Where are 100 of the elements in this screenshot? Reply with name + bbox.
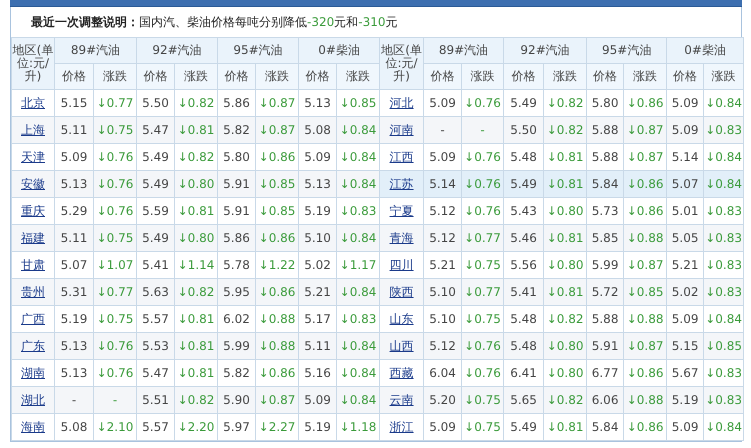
change-cell: ↓0.83 [704,116,744,144]
price-cell: 5.08 [298,116,337,144]
price-cell: 5.01 [666,198,704,224]
price-cell: 5.90 [218,386,256,414]
price-cell: 5.82 [218,360,256,386]
price-cell: 6.77 [586,360,624,386]
region-link[interactable]: 湖南 [21,366,45,380]
column-header: 价格 [218,64,256,90]
price-cell: 5.21 [424,252,462,278]
region-link[interactable]: 海南 [21,420,45,434]
price-cell: 5.05 [666,224,704,252]
change-cell: ↓0.88 [624,386,667,414]
price-cell: 5.78 [218,252,256,278]
price-cell: 5.09 [54,144,94,170]
change-cell: ↓0.83 [704,360,744,386]
change-cell: ↓0.76 [94,332,137,360]
region-link[interactable]: 江西 [390,150,414,164]
change-cell: ↓0.81 [174,198,218,224]
price-cell: 6.02 [218,306,256,332]
price-cell: 5.49 [136,224,175,252]
change-cell: ↓0.81 [544,414,587,440]
region-link[interactable]: 山西 [390,338,414,352]
change-cell: ↓0.82 [174,144,218,170]
change-cell: ↓0.84 [704,144,744,170]
change-cell: ↓1.17 [336,252,380,278]
change-cell: ↓0.80 [544,198,587,224]
price-cell: 5.95 [218,278,256,306]
price-cell: 5.41 [504,278,544,306]
change-cell: ↓0.85 [256,198,299,224]
region-link[interactable]: 广西 [21,312,45,326]
column-header: 涨跌 [174,64,218,90]
change-cell: ↓1.18 [336,414,380,440]
change-cell: ↓0.88 [256,332,299,360]
region-link[interactable]: 天津 [21,150,45,164]
region-link[interactable]: 安徽 [21,176,45,190]
change-cell: ↓0.84 [704,90,744,116]
price-cell: 5.29 [54,198,94,224]
region-link[interactable]: 西藏 [390,366,414,380]
price-cell: 5.10 [424,306,462,332]
change-cell: ↓0.83 [704,252,744,278]
price-cell: 5.99 [586,252,624,278]
region-link[interactable]: 重庆 [21,204,45,218]
change-cell: ↓1.22 [256,252,299,278]
change-cell: ↓0.76 [94,198,137,224]
change-cell: ↓0.81 [174,116,218,144]
change-cell: ↓0.76 [462,360,504,386]
change-cell: ↓0.86 [256,278,299,306]
price-cell: 5.13 [298,90,337,116]
change-cell: ↓0.84 [704,414,744,440]
change-cell: ↓0.86 [624,198,667,224]
price-cell: 5.91 [586,332,624,360]
region-link[interactable]: 贵州 [21,284,45,298]
price-cell: 5.10 [424,278,462,306]
region-link[interactable]: 陕西 [390,284,414,298]
change-cell: ↓0.82 [174,90,218,116]
price-cell: 5.13 [54,360,94,386]
change-cell: ↓0.88 [624,224,667,252]
region-link[interactable]: 广东 [21,338,45,352]
price-cell: 5.49 [504,170,544,198]
fuel-header: 95#汽油 [218,38,299,64]
price-cell: 5.10 [298,224,337,252]
price-cell: 5.91 [218,198,256,224]
price-cell: 5.09 [298,386,337,414]
change-cell: ↓0.76 [462,198,504,224]
column-header: 涨跌 [94,64,137,90]
price-cell: 5.21 [298,278,337,306]
region-link[interactable]: 甘肃 [21,258,45,272]
change-cell: ↓1.07 [94,252,137,278]
change-cell: ↓0.83 [336,198,380,224]
region-link[interactable]: 河南 [390,122,414,136]
price-cell: 5.46 [504,224,544,252]
region-link[interactable]: 四川 [390,258,414,272]
price-cell: 5.88 [586,144,624,170]
price-cell: 5.97 [218,414,256,440]
region-link[interactable]: 江苏 [390,176,414,190]
price-cell: 5.80 [586,90,624,116]
change-cell: ↓0.86 [624,170,667,198]
price-cell: 5.13 [54,332,94,360]
region-link[interactable]: 福建 [21,230,45,244]
price-cell: 5.43 [504,198,544,224]
region-link[interactable]: 湖北 [21,392,45,406]
change-cell: ↓0.84 [336,116,380,144]
column-header: 价格 [586,64,624,90]
change-cell: ↓0.85 [336,90,380,116]
region-link[interactable]: 上海 [21,122,45,136]
region-link[interactable]: 山东 [390,312,414,326]
change-cell: ↓0.75 [462,414,504,440]
region-link[interactable]: 云南 [390,392,414,406]
change-cell: ↓0.81 [544,278,587,306]
change-cell: ↓0.81 [174,360,218,386]
region-link[interactable]: 浙江 [390,420,414,434]
price-cell: 5.19 [54,306,94,332]
price-cell: - [54,386,94,414]
price-cell: 5.21 [666,252,704,278]
price-cell: 5.51 [136,386,175,414]
region-link[interactable]: 河北 [390,96,414,110]
region-link[interactable]: 宁夏 [390,204,414,218]
region-link[interactable]: 北京 [21,96,45,110]
change-cell: ↓0.84 [336,224,380,252]
region-link[interactable]: 青海 [390,230,414,244]
